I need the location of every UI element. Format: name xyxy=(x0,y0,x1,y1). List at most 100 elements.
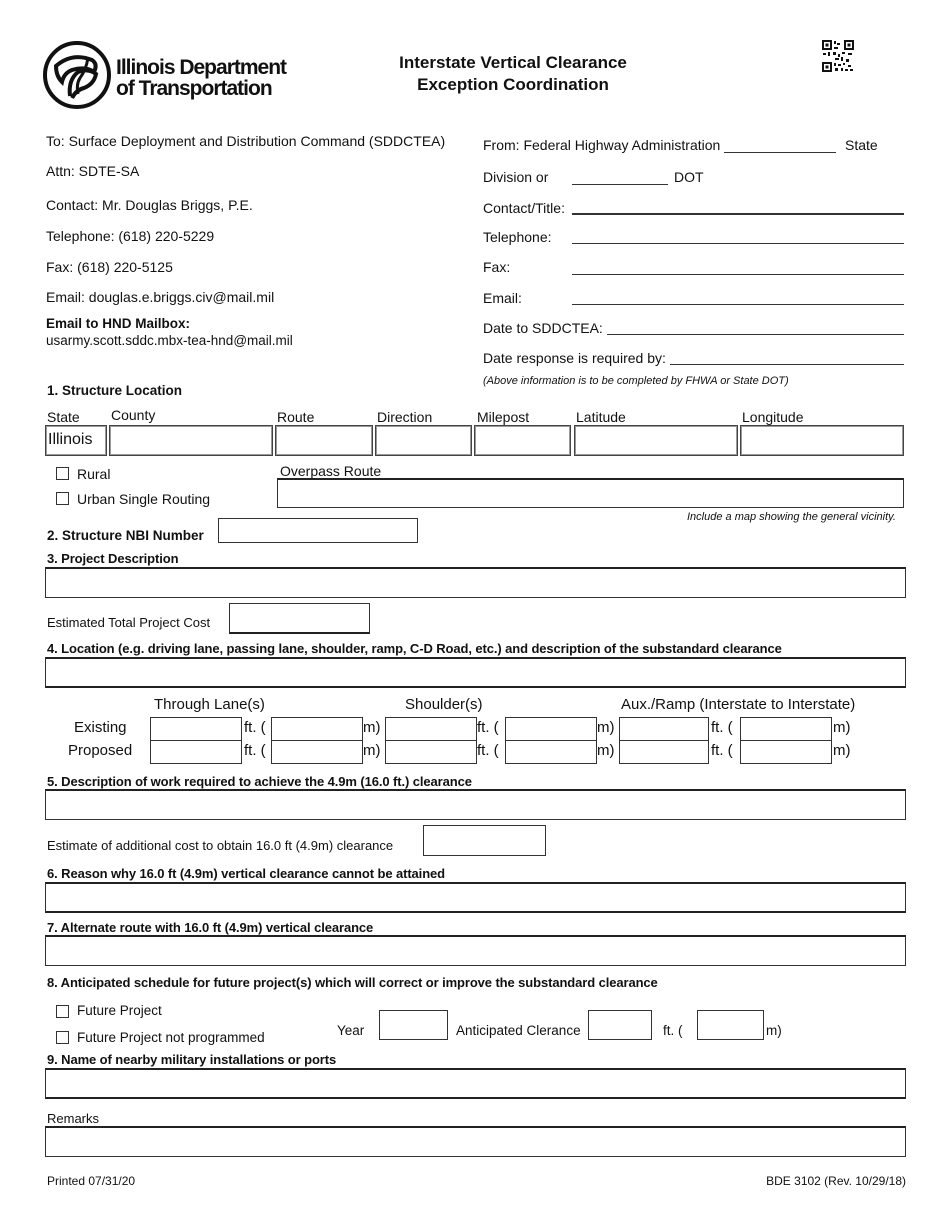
proposed-through-m-input[interactable] xyxy=(271,740,363,764)
proposed-shoulder-m-input[interactable] xyxy=(505,740,597,764)
division-label: Division or xyxy=(483,169,549,185)
proposed-aux-ft-input[interactable] xyxy=(619,740,709,764)
m-label: m) xyxy=(597,719,615,736)
work-description-input[interactable] xyxy=(45,789,906,820)
shoulders-header: Shoulder(s) xyxy=(405,696,483,713)
existing-through-m-input[interactable] xyxy=(271,717,363,741)
to-fax: Fax: (618) 220-5125 xyxy=(46,259,173,275)
existing-shoulder-m-input[interactable] xyxy=(505,717,597,741)
section8-title: 8. Anticipated schedule for future proje… xyxy=(47,975,658,990)
m-label: m) xyxy=(597,742,615,759)
date-response-field[interactable] xyxy=(670,364,904,365)
col-route-label: Route xyxy=(277,409,315,425)
ft-label: ft. ( xyxy=(711,742,733,759)
military-installations-input[interactable] xyxy=(45,1068,906,1099)
future-project-checkbox[interactable] xyxy=(56,1005,69,1018)
section1-title: 1. Structure Location xyxy=(47,383,183,398)
col-milepost-label: Milepost xyxy=(477,409,530,425)
existing-aux-m-input[interactable] xyxy=(740,717,832,741)
state-input[interactable]: Illinois xyxy=(45,425,107,456)
longitude-input[interactable] xyxy=(740,425,904,456)
year-label: Year xyxy=(337,1023,365,1038)
logo-text-line2: of Transportation xyxy=(116,77,273,100)
estimated-cost-input[interactable] xyxy=(229,603,370,634)
additional-cost-input[interactable] xyxy=(423,825,546,856)
nbi-number-input[interactable] xyxy=(218,518,418,543)
dot-label: DOT xyxy=(674,169,704,185)
division-field[interactable] xyxy=(572,184,668,185)
anticipated-clearance-ft-input[interactable] xyxy=(588,1010,652,1040)
existing-through-ft-input[interactable] xyxy=(150,717,242,741)
estimated-cost-label: Estimated Total Project Cost xyxy=(47,615,211,630)
additional-cost-label: Estimate of additional cost to obtain 16… xyxy=(47,838,394,853)
printed-date: Printed 07/31/20 xyxy=(47,1174,136,1188)
substandard-location-input[interactable] xyxy=(45,657,906,688)
county-input[interactable] xyxy=(109,425,273,456)
aux-ramp-header: Aux./Ramp (Interstate to Interstate) xyxy=(621,696,856,713)
latitude-input[interactable] xyxy=(574,425,738,456)
alternate-route-input[interactable] xyxy=(45,935,906,966)
ft-label: ft. ( xyxy=(244,719,266,736)
future-project-not-programmed-checkbox[interactable] xyxy=(56,1031,69,1044)
col-longitude-label: Longitude xyxy=(742,409,804,425)
ft-label: ft. ( xyxy=(477,742,499,759)
year-input[interactable] xyxy=(379,1010,448,1040)
from-fax-label: Fax: xyxy=(483,259,511,275)
proposed-through-ft-input[interactable] xyxy=(150,740,242,764)
date-response-label: Date response is required by: xyxy=(483,350,666,366)
milepost-input[interactable] xyxy=(474,425,571,456)
state-label: State xyxy=(845,137,878,153)
map-note: Include a map showing the general vicini… xyxy=(687,511,896,523)
remarks-input[interactable] xyxy=(45,1126,906,1157)
contact-title-field[interactable] xyxy=(572,213,904,215)
remarks-label: Remarks xyxy=(47,1111,100,1126)
section5-title: 5. Description of work required to achie… xyxy=(47,774,472,789)
proposed-aux-m-input[interactable] xyxy=(740,740,832,764)
urban-single-routing-label: Urban Single Routing xyxy=(77,491,211,507)
page-title-line1: Interstate Vertical Clearance xyxy=(399,53,627,72)
section3-title: 3. Project Description xyxy=(47,551,179,566)
proposed-row-label: Proposed xyxy=(68,742,133,759)
state-field[interactable] xyxy=(724,152,836,153)
existing-aux-ft-input[interactable] xyxy=(619,717,709,741)
date-to-sddctea-field[interactable] xyxy=(607,334,904,335)
to-contact: Contact: Mr. Douglas Briggs, P.E. xyxy=(46,197,253,213)
from-fax-field[interactable] xyxy=(572,274,904,275)
qr-code-icon xyxy=(822,40,854,72)
to-telephone: Telephone: (618) 220-5229 xyxy=(46,228,215,244)
reason-input[interactable] xyxy=(45,882,906,913)
to-recipient: To: Surface Deployment and Distribution … xyxy=(46,133,446,149)
to-email: Email: douglas.e.briggs.civ@mail.mil xyxy=(46,289,275,305)
from-email-label: Email: xyxy=(483,290,522,306)
m-label: m) xyxy=(363,719,381,736)
existing-shoulder-ft-input[interactable] xyxy=(385,717,477,741)
col-county-label: County xyxy=(111,407,156,423)
col-state-label: State xyxy=(47,409,80,425)
form-id: BDE 3102 (Rev. 10/29/18) xyxy=(766,1174,906,1188)
route-input[interactable] xyxy=(275,425,373,456)
overpass-route-input[interactable] xyxy=(277,478,904,508)
project-description-input[interactable] xyxy=(45,567,906,598)
m-label: m) xyxy=(833,719,851,736)
section2-title: 2. Structure NBI Number xyxy=(47,528,204,543)
section4-title: 4. Location (e.g. driving lane, passing … xyxy=(47,641,782,656)
from-email-field[interactable] xyxy=(572,304,904,305)
m-label: m) xyxy=(833,742,851,759)
section6-title: 6. Reason why 16.0 ft (4.9m) vertical cl… xyxy=(47,866,446,881)
section9-title: 9. Name of nearby military installations… xyxy=(47,1052,337,1067)
proposed-shoulder-ft-input[interactable] xyxy=(385,740,477,764)
future-project-not-programmed-label: Future Project not programmed xyxy=(77,1030,265,1045)
direction-input[interactable] xyxy=(375,425,472,456)
idot-trefoil-logo-icon xyxy=(43,41,111,109)
m-label: m) xyxy=(363,742,381,759)
page-title-line2: Exception Coordination xyxy=(417,75,609,94)
future-project-label: Future Project xyxy=(77,1003,162,1018)
rural-label: Rural xyxy=(77,466,111,482)
ft-label: ft. ( xyxy=(244,742,266,759)
from-telephone-field[interactable] xyxy=(572,243,904,244)
rural-checkbox[interactable] xyxy=(56,467,69,480)
ft-label: ft. ( xyxy=(477,719,499,736)
hnd-mailbox-email: usarmy.scott.sddc.mbx-tea-hnd@mail.mil xyxy=(46,333,293,348)
anticipated-clearance-m-input[interactable] xyxy=(697,1010,764,1040)
urban-single-routing-checkbox[interactable] xyxy=(56,492,69,505)
